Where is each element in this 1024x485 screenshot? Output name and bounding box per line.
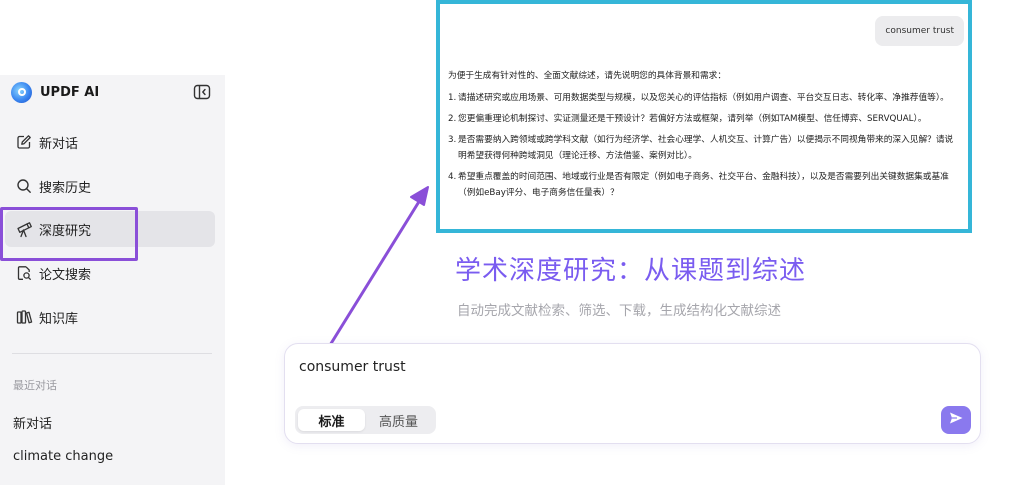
list-text: 是否需要纳入跨领域或跨学科文献（如行为经济学、社会心理学、人机交互、计算广告）以… bbox=[458, 135, 954, 161]
chat-composer: consumer trust 标准 高质量 bbox=[284, 343, 981, 444]
sidebar-divider bbox=[12, 353, 212, 354]
mode-standard-button[interactable]: 标准 bbox=[298, 409, 365, 431]
sidebar-item-search-history[interactable]: 搜索历史 bbox=[5, 168, 215, 204]
page-subtitle: 自动完成文献检索、筛选、下载，生成结构化文献综述 bbox=[457, 303, 781, 319]
books-icon bbox=[15, 308, 33, 326]
quality-mode-toggle: 标准 高质量 bbox=[295, 406, 436, 434]
sidebar: UPDF AI 新对话 搜索历史 深度研究 论文搜索 知识库 最近对话 新对话 bbox=[0, 75, 225, 485]
recent-chat-item[interactable]: climate change bbox=[13, 449, 113, 464]
page-title: 学术深度研究：从课题到综述 bbox=[455, 256, 807, 286]
assistant-reply: 为便于生成有针对性的、全面文献综述，请先说明您的具体背景和需求： 1. 请描述研… bbox=[448, 68, 960, 206]
sidebar-item-label: 论文搜索 bbox=[39, 267, 92, 283]
sidebar-item-label: 新对话 bbox=[39, 136, 79, 152]
search-icon bbox=[15, 177, 33, 195]
highlight-box bbox=[0, 207, 138, 261]
reply-list-item: 3. 是否需要纳入跨领域或跨学科文献（如行为经济学、社会心理学、人机交互、计算广… bbox=[448, 132, 960, 164]
reply-list-item: 2. 您更偏重理论机制探讨、实证测量还是干预设计？若偏好方法或框架，请列举（例如… bbox=[448, 111, 960, 127]
list-number: 1. bbox=[448, 93, 457, 103]
sidebar-collapse-icon[interactable] bbox=[193, 84, 211, 100]
recent-chats-heading: 最近对话 bbox=[13, 379, 57, 392]
reply-intro: 为便于生成有针对性的、全面文献综述，请先说明您的具体背景和需求： bbox=[448, 71, 726, 81]
document-search-icon bbox=[15, 264, 33, 282]
reply-list-item: 1. 请描述研究或应用场景、可用数据类型与规模，以及您关心的评估指标（例如用户调… bbox=[448, 90, 960, 106]
list-text: 您更偏重理论机制探讨、实证测量还是干预设计？若偏好方法或框架，请列举（例如TAM… bbox=[458, 114, 927, 124]
list-number: 4. bbox=[448, 172, 457, 182]
sidebar-item-label: 知识库 bbox=[39, 311, 79, 327]
list-number: 2. bbox=[448, 114, 457, 124]
send-icon bbox=[948, 410, 964, 430]
edit-icon bbox=[15, 133, 33, 151]
chat-preview-panel: consumer trust 为便于生成有针对性的、全面文献综述，请先说明您的具… bbox=[436, 0, 972, 233]
brand[interactable]: UPDF AI bbox=[11, 81, 99, 103]
user-message-bubble: consumer trust bbox=[875, 16, 964, 46]
sidebar-item-label: 搜索历史 bbox=[39, 180, 92, 196]
list-text: 希望重点覆盖的时间范围、地域或行业是否有限定（例如电子商务、社交平台、金融科技）… bbox=[458, 172, 949, 198]
updf-logo-icon bbox=[11, 81, 32, 103]
sidebar-item-new-chat[interactable]: 新对话 bbox=[5, 124, 215, 160]
recent-chat-item[interactable]: 新对话 bbox=[13, 413, 52, 432]
send-button[interactable] bbox=[941, 406, 971, 434]
brand-name: UPDF AI bbox=[40, 84, 100, 100]
mode-high-quality-button[interactable]: 高质量 bbox=[365, 409, 432, 431]
list-text: 请描述研究或应用场景、可用数据类型与规模，以及您关心的评估指标（例如用户调查、平… bbox=[458, 93, 949, 103]
prompt-input[interactable]: consumer trust bbox=[299, 359, 406, 375]
sidebar-item-knowledge-base[interactable]: 知识库 bbox=[5, 299, 215, 335]
list-number: 3. bbox=[448, 135, 457, 145]
reply-list-item: 4. 希望重点覆盖的时间范围、地域或行业是否有限定（例如电子商务、社交平台、金融… bbox=[448, 169, 960, 201]
